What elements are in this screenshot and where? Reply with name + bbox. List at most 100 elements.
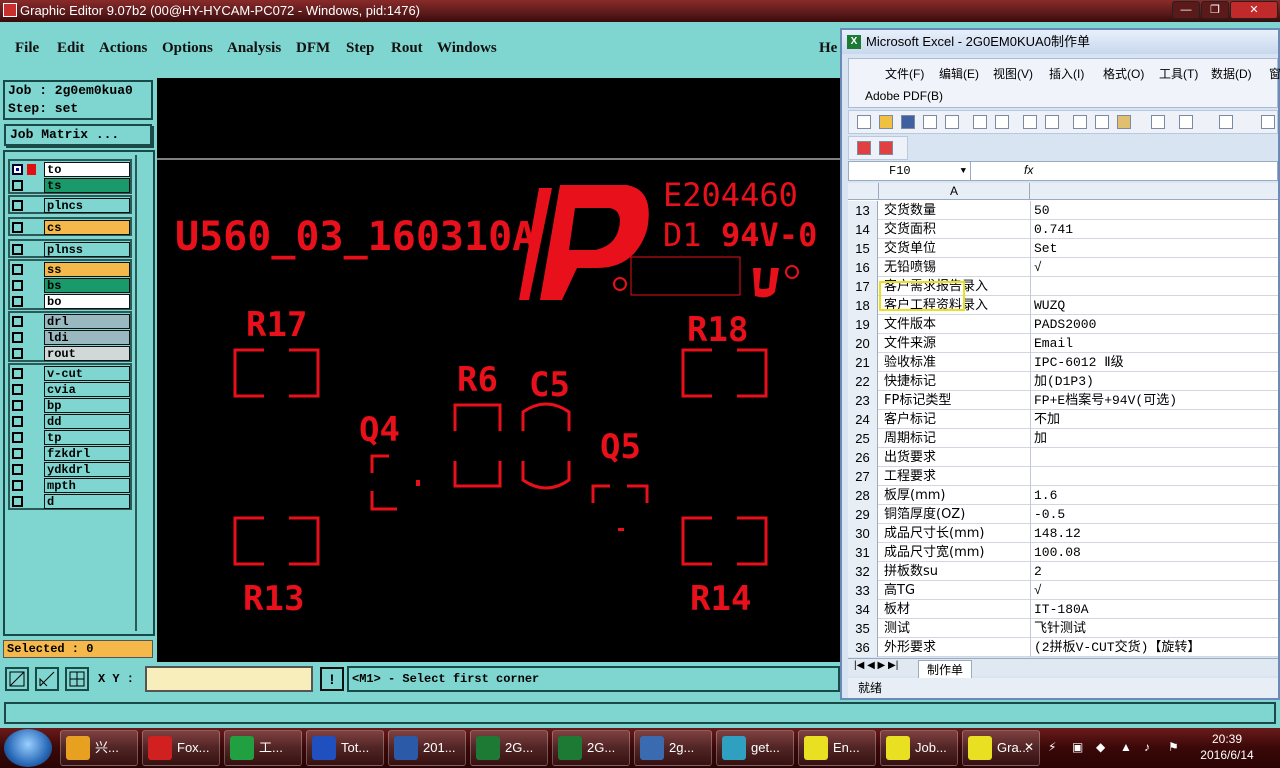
taskbar-task[interactable]: 工... <box>224 730 302 766</box>
layer-row-bp[interactable]: bp <box>10 398 130 413</box>
cell-b[interactable]: PADS2000 <box>1032 315 1278 334</box>
print-icon[interactable] <box>973 115 987 129</box>
layer-name[interactable]: dd <box>44 414 130 429</box>
alert-button[interactable]: ! <box>320 667 344 691</box>
row-number[interactable]: 14 <box>848 220 878 239</box>
cell-a[interactable]: 快捷标记 <box>879 372 1031 391</box>
table-row[interactable]: 21 验收标准 IPC-6012 Ⅱ级 <box>848 353 1278 372</box>
layer-checkbox[interactable] <box>12 496 23 507</box>
layer-checkbox[interactable] <box>12 180 23 191</box>
layer-name[interactable]: cs <box>44 220 130 235</box>
row-number[interactable]: 34 <box>848 600 878 619</box>
layer-name[interactable]: plncs <box>44 198 130 213</box>
cell-b[interactable]: 0.741 <box>1032 220 1278 239</box>
taskbar-task[interactable]: 201... <box>388 730 466 766</box>
row-number[interactable]: 28 <box>848 486 878 505</box>
maximize-button[interactable]: ❐ <box>1201 1 1229 19</box>
table-row[interactable]: 25 周期标记加 <box>848 429 1278 448</box>
layer-checkbox[interactable] <box>12 164 23 175</box>
tray-volume-icon[interactable]: ♪ <box>1144 740 1150 754</box>
sheet-tab[interactable]: 制作单 <box>918 660 973 679</box>
cell-a[interactable]: 验收标准 <box>879 353 1031 372</box>
layer-checkbox[interactable] <box>12 332 23 343</box>
layer-row-v-cut[interactable]: v-cut <box>10 366 130 381</box>
tray-bluetooth-icon[interactable]: ⚡ <box>1048 740 1056 754</box>
cell-b[interactable]: 加 <box>1032 429 1278 448</box>
taskbar-task[interactable]: En... <box>798 730 876 766</box>
layer-row-cs[interactable]: cs <box>10 220 130 235</box>
row-number[interactable]: 27 <box>848 467 878 486</box>
layer-name[interactable]: rout <box>44 346 130 361</box>
tray-network-icon[interactable]: ▲ <box>1120 740 1132 754</box>
layer-row-to[interactable]: to <box>10 162 130 177</box>
layer-name[interactable]: to <box>44 162 130 177</box>
redo-icon[interactable] <box>1219 115 1233 129</box>
layer-row-ydkdrl[interactable]: ydkdrl <box>10 462 130 477</box>
layer-checkbox[interactable] <box>12 368 23 379</box>
copy-icon[interactable] <box>1095 115 1109 129</box>
tray-app-icon[interactable]: ✕ <box>1024 740 1034 754</box>
taskbar-task[interactable]: 2G... <box>470 730 548 766</box>
row-number[interactable]: 35 <box>848 619 878 638</box>
cut-icon[interactable] <box>1073 115 1087 129</box>
menu-actions[interactable]: Actions <box>99 40 147 57</box>
fx-icon[interactable]: fx <box>1024 163 1033 177</box>
row-number[interactable]: 17 <box>848 277 878 296</box>
row-number[interactable]: 13 <box>848 201 878 220</box>
measure-button[interactable] <box>35 667 59 691</box>
menu-edit[interactable]: Edit <box>57 40 85 57</box>
zoom-box-button[interactable] <box>5 667 29 691</box>
xl-menu-file[interactable]: 文件(F) <box>885 65 924 82</box>
layer-checkbox[interactable] <box>12 400 23 411</box>
cell-a[interactable]: 文件版本 <box>879 315 1031 334</box>
job-matrix-button[interactable]: Job Matrix ... <box>4 124 152 146</box>
table-row[interactable]: 32 拼板数su 2 <box>848 562 1278 581</box>
layer-row-bo[interactable]: bo <box>10 294 130 309</box>
row-number[interactable]: 33 <box>848 581 878 600</box>
layer-checkbox[interactable] <box>12 348 23 359</box>
new-icon[interactable] <box>857 115 871 129</box>
cell-b[interactable]: 100.08 <box>1032 543 1278 562</box>
cell-a[interactable]: 文件来源 <box>879 334 1031 353</box>
table-row[interactable]: 28 板厚(mm) 1.6 <box>848 486 1278 505</box>
email-icon[interactable] <box>945 115 959 129</box>
xl-menu-insert[interactable]: 插入(I) <box>1049 65 1084 82</box>
cell-a[interactable]: 交货数量 <box>879 201 1031 220</box>
name-box-dropdown-icon[interactable]: ▼ <box>961 162 966 180</box>
row-number[interactable]: 25 <box>848 429 878 448</box>
cell-a[interactable]: 成品尺寸长(mm) <box>879 524 1031 543</box>
cell-a[interactable]: 成品尺寸宽(mm) <box>879 543 1031 562</box>
layer-name[interactable]: v-cut <box>44 366 130 381</box>
layer-checkbox[interactable] <box>12 448 23 459</box>
layer-checkbox[interactable] <box>12 296 23 307</box>
layer-checkbox[interactable] <box>12 480 23 491</box>
cell-b[interactable]: Set <box>1032 239 1278 258</box>
paste-icon[interactable] <box>1117 115 1131 129</box>
cell-a[interactable]: 工程要求 <box>879 467 1031 486</box>
cell-b[interactable]: FP+E档案号+94V(可选) <box>1032 391 1278 410</box>
tray-security-icon[interactable]: ◆ <box>1096 740 1105 754</box>
cell-b[interactable]: √ <box>1032 258 1278 277</box>
layer-checkbox[interactable] <box>12 432 23 443</box>
print-preview-icon[interactable] <box>995 115 1009 129</box>
table-row[interactable]: 20 文件来源 Email <box>848 334 1278 353</box>
layer-row-plnss[interactable]: plnss <box>10 242 130 257</box>
worksheet-grid[interactable]: A 13 交货数量 50 14 交货面积 0.741 15 交货单位 Set 16 无铅喷锡 √ 17 客… <box>848 183 1278 657</box>
layer-name[interactable]: bo <box>44 294 130 309</box>
permission-icon[interactable] <box>923 115 937 129</box>
xy-input[interactable] <box>145 666 313 692</box>
layer-name[interactable]: mpth <box>44 478 130 493</box>
cell-b[interactable]: Email <box>1032 334 1278 353</box>
cell-a[interactable]: 铜箔厚度(OZ) <box>879 505 1031 524</box>
taskbar-task[interactable]: 2g... <box>634 730 712 766</box>
cell-b[interactable]: WUZQ <box>1032 296 1278 315</box>
xl-menu-tools[interactable]: 工具(T) <box>1159 65 1198 82</box>
layer-checkbox[interactable] <box>12 200 23 211</box>
close-button[interactable]: ✕ <box>1230 1 1278 19</box>
row-number[interactable]: 16 <box>848 258 878 277</box>
taskbar-task[interactable]: 2G... <box>552 730 630 766</box>
row-number[interactable]: 36 <box>848 638 878 657</box>
table-row[interactable]: 15 交货单位 Set <box>848 239 1278 258</box>
cell-b[interactable] <box>1032 448 1278 467</box>
minimize-button[interactable]: — <box>1172 1 1200 19</box>
